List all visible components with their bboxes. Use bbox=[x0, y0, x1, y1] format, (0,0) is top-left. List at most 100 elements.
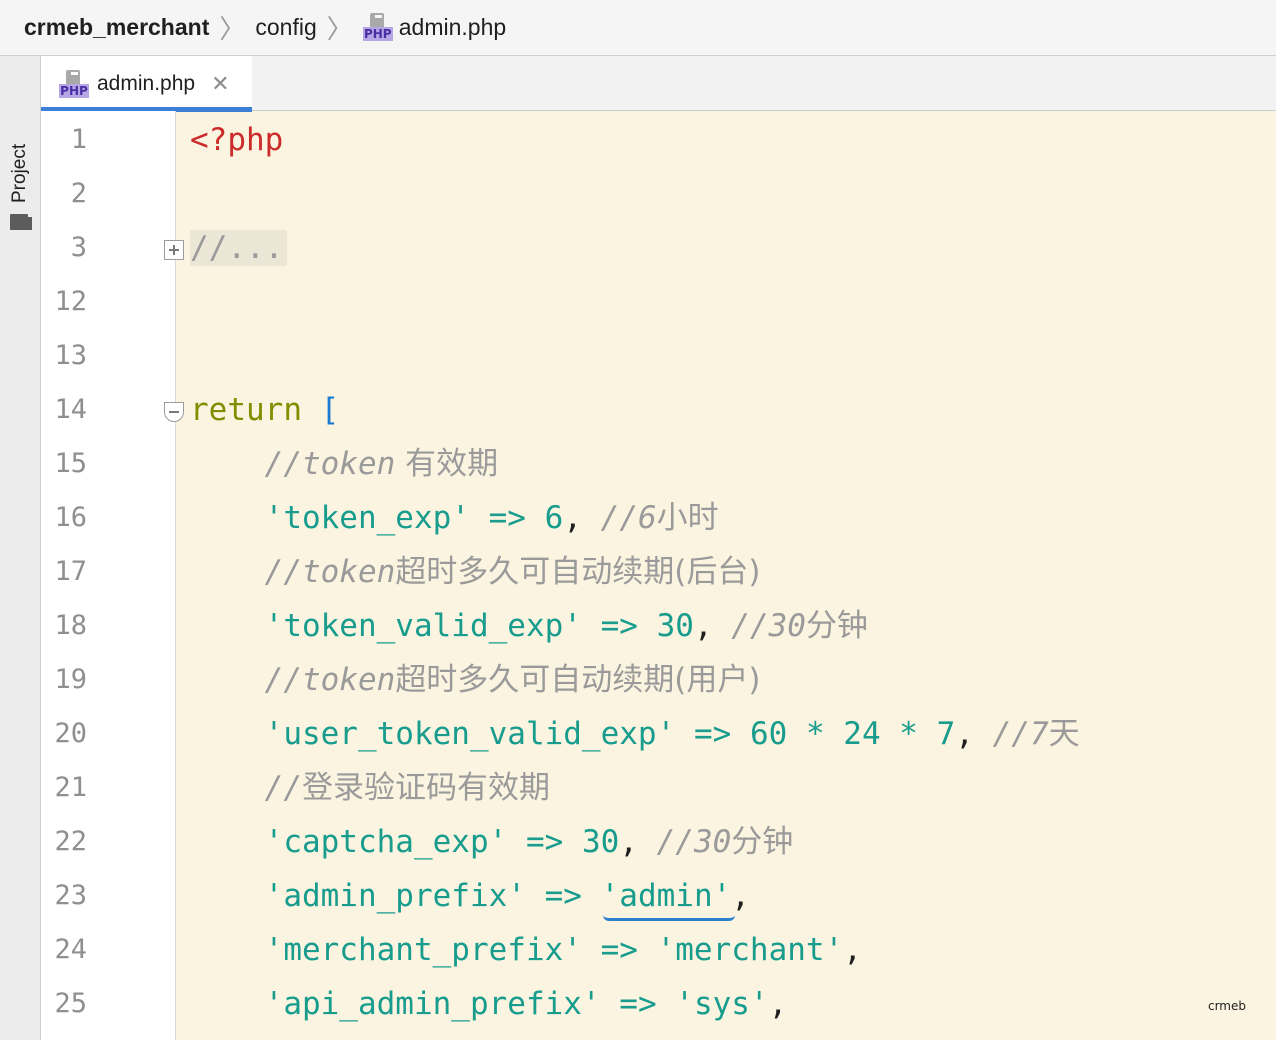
code-editor[interactable]: <?php //... return [ //token 有效期 'token_… bbox=[176, 111, 1276, 1040]
folded-code-block[interactable]: //... bbox=[190, 230, 288, 266]
php-file-icon: PHP bbox=[59, 69, 89, 100]
tab-admin-php[interactable]: PHP admin.php ✕ bbox=[41, 56, 252, 112]
comment: //token bbox=[264, 446, 396, 482]
array-key: 'user_token_valid_exp' bbox=[264, 716, 676, 752]
open-bracket: [ bbox=[320, 392, 340, 428]
arrow-operator: => bbox=[544, 878, 582, 914]
array-key: 'captcha_exp' bbox=[264, 824, 508, 860]
arrow-operator: => bbox=[600, 608, 638, 644]
comma: , bbox=[563, 500, 582, 536]
code-line-17: //token超时多久可自动续期(后台) bbox=[190, 545, 761, 599]
line-number: 21 bbox=[54, 772, 87, 803]
comment: //30 bbox=[731, 608, 806, 644]
string-value: 'merchant' bbox=[656, 932, 844, 968]
array-key: 'token_exp' bbox=[264, 500, 470, 536]
arrow-operator: => bbox=[525, 824, 564, 860]
chevron-right-icon: 〉 bbox=[326, 14, 353, 44]
number-value: 7 bbox=[936, 716, 956, 752]
breadcrumb-project[interactable]: crmeb_merchant bbox=[24, 14, 209, 41]
project-tool-button[interactable]: Project bbox=[9, 144, 31, 203]
comment-text: 小时 bbox=[656, 500, 719, 536]
breadcrumb-folder[interactable]: config bbox=[255, 14, 316, 41]
code-line-14: return [ bbox=[190, 383, 339, 437]
comment: //7 bbox=[992, 716, 1049, 752]
breadcrumb: crmeb_merchant 〉 config 〉 PHP admin.php bbox=[0, 0, 1276, 56]
array-key: 'token_valid_exp' bbox=[264, 608, 582, 644]
code-line-15: //token 有效期 bbox=[190, 437, 499, 491]
code-line-16: 'token_exp' => 6, //6小时 bbox=[190, 491, 719, 545]
comma: , bbox=[693, 608, 713, 644]
editor-gutter[interactable]: 1 2 3 12 13 14 15 16 17 18 19 20 21 22 2… bbox=[41, 111, 184, 1040]
comment-text: 超时多久可自动续期(用户) bbox=[395, 662, 761, 698]
breadcrumb-file[interactable]: PHP admin.php bbox=[362, 12, 507, 43]
comma: , bbox=[955, 716, 974, 752]
line-number: 15 bbox=[54, 448, 87, 479]
code-line-22: 'captcha_exp' => 30, //30分钟 bbox=[190, 815, 794, 869]
string-value: 'sys' bbox=[675, 986, 769, 1022]
arrow-operator: => bbox=[488, 500, 526, 536]
comma: , bbox=[843, 932, 862, 968]
number-value: 6 bbox=[544, 500, 564, 536]
line-number: 2 bbox=[70, 178, 87, 209]
breadcrumb-file-label: admin.php bbox=[398, 14, 507, 40]
line-number: 12 bbox=[54, 286, 87, 317]
line-number: 20 bbox=[54, 718, 87, 749]
arrow-operator: => bbox=[619, 986, 657, 1022]
editor-tab-bar: PHP admin.php ✕ bbox=[41, 56, 1276, 112]
string-value-highlighted[interactable]: 'admin' bbox=[601, 869, 735, 923]
folder-icon[interactable] bbox=[10, 214, 32, 230]
line-number: 25 bbox=[54, 988, 87, 1019]
line-number: 24 bbox=[54, 934, 87, 965]
code-line-18: 'token_valid_exp' => 30, //30分钟 bbox=[190, 599, 868, 653]
comment: //token bbox=[264, 554, 396, 590]
comma: , bbox=[619, 824, 638, 860]
close-icon[interactable]: ✕ bbox=[211, 71, 229, 97]
comment: //30 bbox=[656, 824, 732, 860]
array-key: 'api_admin_prefix' bbox=[264, 986, 601, 1022]
line-number: 22 bbox=[54, 826, 87, 857]
number-value: 30 bbox=[656, 608, 694, 644]
code-line-1: <?php bbox=[190, 113, 283, 167]
comment: //token bbox=[264, 662, 396, 698]
multiply-operator: * bbox=[805, 716, 825, 752]
arrow-operator: => bbox=[600, 932, 638, 968]
code-line-21: //登录验证码有效期 bbox=[190, 761, 550, 815]
comment-text: 分钟 bbox=[805, 608, 868, 644]
array-key: 'admin_prefix' bbox=[264, 878, 526, 914]
watermark-logo: crmeb bbox=[1207, 999, 1246, 1013]
chevron-right-icon: 〉 bbox=[219, 14, 246, 44]
multiply-operator: * bbox=[899, 716, 918, 752]
line-number: 14 bbox=[54, 394, 87, 425]
line-number: 19 bbox=[54, 664, 87, 695]
tool-window-strip: Project bbox=[0, 56, 41, 1040]
comment: // bbox=[264, 770, 302, 806]
code-line-25: 'api_admin_prefix' => 'sys', bbox=[190, 977, 788, 1031]
comment-text: 分钟 bbox=[731, 824, 794, 860]
number-value: 30 bbox=[581, 824, 620, 860]
line-number: 16 bbox=[54, 502, 87, 533]
code-line-20: 'user_token_valid_exp' => 60 * 24 * 7, /… bbox=[190, 707, 1080, 761]
comment-text: 有效期 bbox=[395, 446, 499, 482]
keyword-return: return bbox=[190, 392, 302, 428]
code-line-24: 'merchant_prefix' => 'merchant', bbox=[190, 923, 862, 977]
array-key: 'merchant_prefix' bbox=[264, 932, 582, 968]
comment-text: 天 bbox=[1048, 716, 1080, 752]
line-number: 3 bbox=[70, 232, 87, 263]
code-line-19: //token超时多久可自动续期(用户) bbox=[190, 653, 761, 707]
line-number: 1 bbox=[70, 124, 87, 155]
php-file-icon: PHP bbox=[362, 12, 393, 43]
code-line-3: //... bbox=[190, 221, 288, 275]
comment-text: 超时多久可自动续期(后台) bbox=[395, 554, 761, 590]
arrow-operator: => bbox=[693, 716, 732, 752]
comma: , bbox=[731, 878, 750, 914]
line-number: 18 bbox=[54, 610, 87, 641]
comma: , bbox=[768, 986, 788, 1022]
number-value: 60 bbox=[749, 716, 788, 752]
tab-label: admin.php bbox=[97, 71, 196, 95]
number-value: 24 bbox=[843, 716, 881, 752]
comment-text: 登录验证码有效期 bbox=[301, 770, 550, 806]
code-line-23: 'admin_prefix' => 'admin', bbox=[190, 869, 750, 923]
php-open-tag: <?php bbox=[190, 122, 284, 158]
comment: //6 bbox=[600, 500, 657, 536]
line-number: 23 bbox=[54, 880, 87, 911]
